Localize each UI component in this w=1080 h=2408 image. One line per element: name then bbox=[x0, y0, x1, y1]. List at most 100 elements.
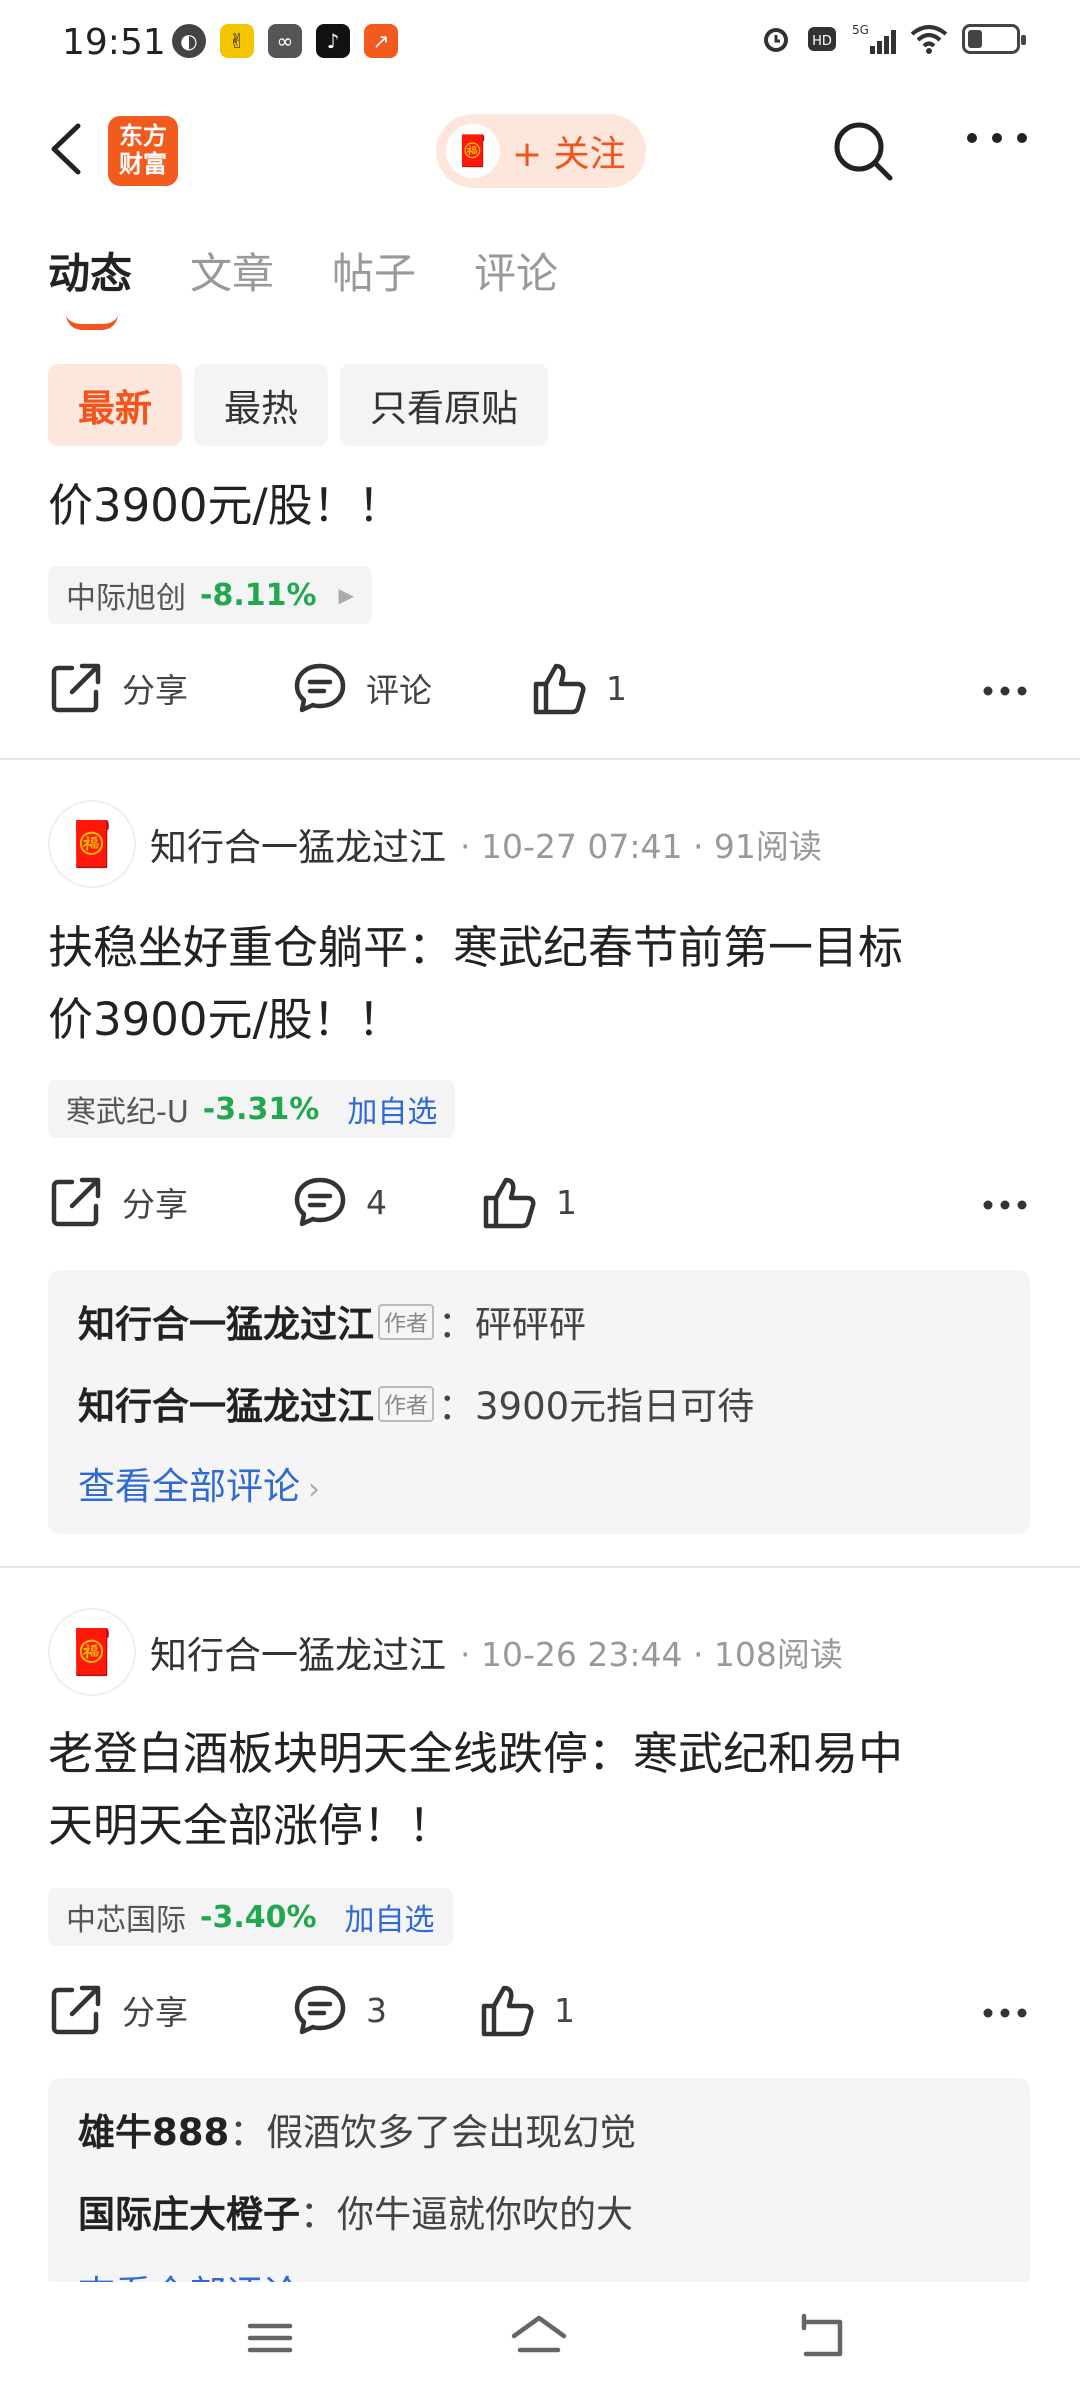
comment-preview: 雄牛888：假酒饮多了会出现幻觉 国际庄大橙子：你牛逼就你吹的大 查看全部评论 bbox=[48, 2078, 1030, 2288]
eastmoney-logo[interactable]: 东方财富 bbox=[108, 116, 178, 186]
comment-user: 知行合一猛龙过江 bbox=[78, 1385, 374, 1428]
view-all-label: 查看全部评论 bbox=[78, 1465, 300, 1508]
stock-tag[interactable]: 中芯国际 -3.40% 加自选 bbox=[48, 1888, 453, 1946]
chevron-left-icon bbox=[51, 123, 81, 175]
system-icons: HD 5G bbox=[760, 22, 1026, 56]
filter-original-only[interactable]: 只看原贴 bbox=[340, 364, 548, 446]
comment-item[interactable]: 雄牛888：假酒饮多了会出现幻觉 bbox=[78, 2102, 636, 2156]
filter-hottest[interactable]: 最热 bbox=[194, 364, 328, 446]
post-title-line: 价3900元/股！！ bbox=[48, 993, 403, 1046]
divider bbox=[0, 1566, 1080, 1568]
comment-item[interactable]: 知行合一猛龙过江 作者 ：3900元指日可待 bbox=[78, 1376, 754, 1430]
share-button[interactable]: 分享 bbox=[48, 1982, 188, 2038]
comment-item[interactable]: 国际庄大橙子：你牛逼就你吹的大 bbox=[78, 2184, 633, 2238]
add-watchlist-button[interactable]: 加自选 bbox=[347, 1087, 437, 1131]
post-title[interactable]: 价3900元/股！！ bbox=[48, 470, 1038, 542]
notification-icons: ◐ ✌ ∞ ♪ ↗ bbox=[172, 24, 398, 58]
share-label: 分享 bbox=[122, 1993, 188, 2032]
tab-dynamics[interactable]: 动态 bbox=[48, 240, 132, 330]
thumbs-up-icon bbox=[483, 1177, 536, 1229]
share-icon bbox=[51, 1985, 101, 2035]
system-navigation-bar bbox=[0, 2282, 1080, 2408]
wifi-icon bbox=[910, 22, 948, 56]
more-dots-icon bbox=[983, 2008, 1027, 2018]
back-nav-button[interactable] bbox=[796, 2312, 848, 2368]
post-meta: · 10-27 07:41 · 91阅读 bbox=[460, 827, 822, 866]
comment-text: ：你牛逼就你吹的大 bbox=[300, 2193, 633, 2236]
share-button[interactable]: 分享 bbox=[48, 660, 188, 716]
more-menu-button[interactable] bbox=[962, 126, 1032, 166]
stock-tag[interactable]: 寒武纪-U -3.31% 加自选 bbox=[48, 1080, 456, 1138]
like-count: 1 bbox=[554, 1990, 575, 2030]
post-title-line: 扶稳坐好重仓躺平：寒武纪春节前第一目标 bbox=[48, 921, 904, 974]
stock-tag[interactable]: 中际旭创 -8.11% ▶ bbox=[48, 566, 372, 624]
author-avatar: 🧧 bbox=[48, 1608, 136, 1696]
comment-count: 3 bbox=[366, 1990, 387, 2030]
share-icon bbox=[51, 663, 101, 713]
return-icon bbox=[801, 2313, 843, 2357]
share-label: 分享 bbox=[122, 671, 188, 710]
stock-change: -3.31% bbox=[202, 1091, 320, 1127]
status-time: 19:51 bbox=[62, 22, 166, 63]
like-button[interactable]: 1 bbox=[532, 660, 627, 716]
post-meta: · 10-26 23:44 · 108阅读 bbox=[460, 1635, 843, 1674]
home-button[interactable] bbox=[508, 2312, 570, 2368]
post-more-button[interactable] bbox=[982, 1990, 1028, 2030]
stock-change: -8.11% bbox=[200, 577, 317, 613]
chevron-right-icon: › bbox=[308, 1472, 320, 1507]
comment-item[interactable]: 知行合一猛龙过江 作者 ：砰砰砰 bbox=[78, 1294, 586, 1348]
thumbs-up-icon bbox=[533, 663, 586, 715]
user-avatar: 🧧 bbox=[446, 124, 500, 178]
post-author[interactable]: 🧧 知行合一猛龙过江 · 10-26 23:44 · 108阅读 bbox=[48, 1608, 843, 1696]
comment-button[interactable]: 评论 bbox=[292, 660, 432, 716]
follow-button[interactable]: 🧧 + 关注 bbox=[436, 114, 646, 188]
post-title-line: 老登白酒板块明天全线跌停：寒武纪和易中 bbox=[48, 1727, 904, 1780]
comment-user: 知行合一猛龙过江 bbox=[78, 1303, 374, 1346]
follow-label: + 关注 bbox=[512, 134, 626, 175]
top-bar: 东方财富 🧧 + 关注 bbox=[0, 86, 1080, 216]
post-more-button[interactable] bbox=[982, 668, 1028, 708]
like-button[interactable]: 1 bbox=[480, 1982, 575, 2038]
home-icon bbox=[511, 2315, 567, 2353]
tab-posts[interactable]: 帖子 bbox=[332, 240, 416, 301]
post-actions: 分享 评论 1 bbox=[48, 660, 1038, 730]
post-author[interactable]: 🧧 知行合一猛龙过江 · 10-27 07:41 · 91阅读 bbox=[48, 800, 822, 888]
comment-preview: 知行合一猛龙过江 作者 ：砰砰砰 知行合一猛龙过江 作者 ：3900元指日可待 查看全部… bbox=[48, 1270, 1030, 1534]
stock-name: 中芯国际 bbox=[66, 1903, 186, 1938]
comment-icon bbox=[294, 1985, 346, 2035]
like-count: 1 bbox=[556, 1182, 577, 1222]
post-title[interactable]: 老登白酒板块明天全线跌停：寒武纪和易中 天明天全部涨停！！ bbox=[48, 1718, 1038, 1862]
app-notification-icon: ✌ bbox=[220, 24, 254, 58]
more-dots-icon bbox=[967, 133, 1027, 143]
comment-button[interactable]: 3 bbox=[292, 1982, 387, 2038]
tab-comments[interactable]: 评论 bbox=[474, 240, 558, 301]
back-button[interactable] bbox=[44, 118, 88, 180]
post-more-button[interactable] bbox=[982, 1182, 1028, 1222]
filter-chips: 最新 最热 只看原贴 bbox=[48, 364, 548, 446]
post-actions: 分享 3 1 bbox=[48, 1982, 1038, 2052]
share-button[interactable]: 分享 bbox=[48, 1174, 188, 1230]
signal-5g-icon: 5G bbox=[852, 22, 896, 56]
stock-name: 寒武纪-U bbox=[66, 1095, 189, 1130]
search-button[interactable] bbox=[830, 118, 896, 184]
author-tag: 作者 bbox=[378, 1304, 435, 1340]
link-icon: ∞ bbox=[268, 24, 302, 58]
chevron-right-icon: ▶ bbox=[338, 583, 354, 607]
comment-count: 4 bbox=[366, 1182, 387, 1222]
author-avatar: 🧧 bbox=[48, 800, 136, 888]
like-button[interactable]: 1 bbox=[482, 1174, 577, 1230]
more-dots-icon bbox=[983, 686, 1027, 696]
thumbs-up-icon bbox=[481, 1985, 534, 2037]
comment-button[interactable]: 4 bbox=[292, 1174, 387, 1230]
post-title[interactable]: 扶稳坐好重仓躺平：寒武纪春节前第一目标 价3900元/股！！ bbox=[48, 912, 1038, 1056]
search-icon bbox=[834, 122, 893, 181]
tab-articles[interactable]: 文章 bbox=[190, 240, 274, 301]
battery-icon bbox=[962, 24, 1026, 54]
comment-user: 雄牛888 bbox=[78, 2111, 230, 2154]
status-bar: 19:51 ◐ ✌ ∞ ♪ ↗ HD 5G bbox=[0, 0, 1080, 86]
menu-button[interactable] bbox=[244, 2312, 296, 2368]
author-name: 知行合一猛龙过江 bbox=[150, 826, 446, 869]
add-watchlist-button[interactable]: 加自选 bbox=[345, 1895, 435, 1939]
filter-latest[interactable]: 最新 bbox=[48, 364, 182, 446]
view-all-comments-link[interactable]: 查看全部评论 › bbox=[78, 1456, 320, 1510]
